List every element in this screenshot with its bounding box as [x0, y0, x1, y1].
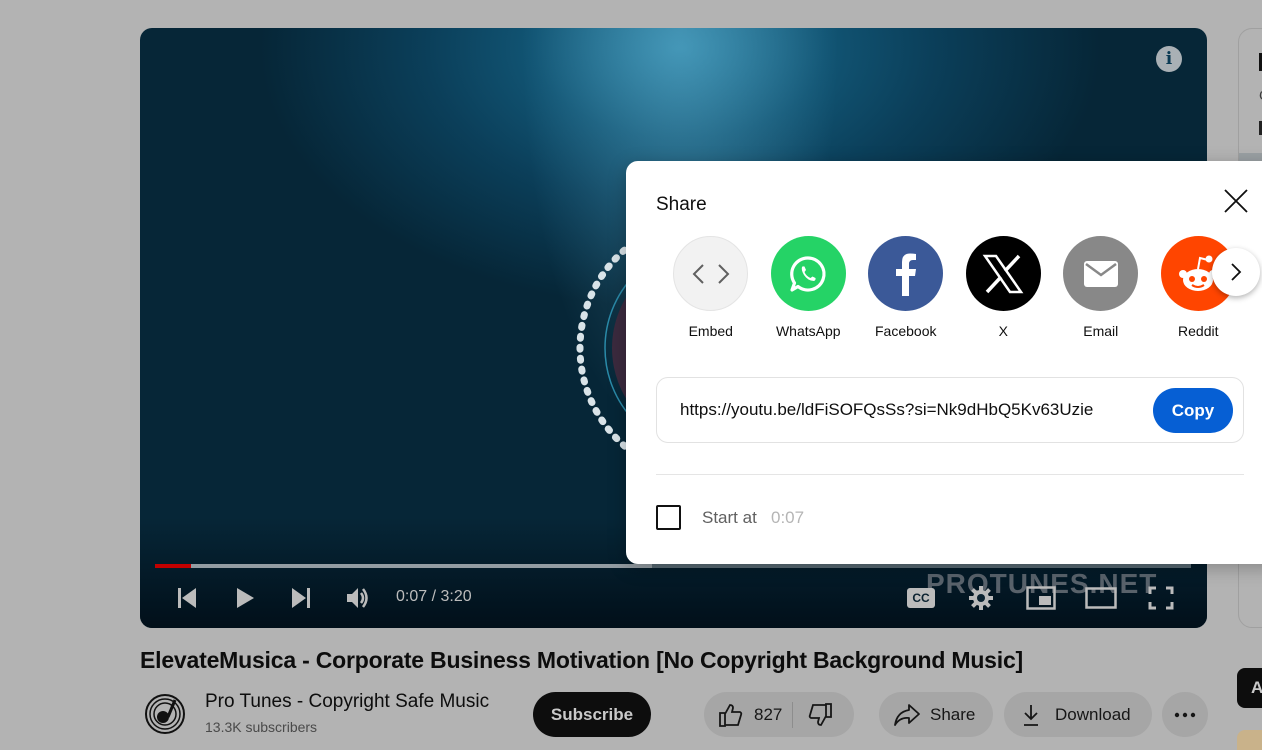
share-url-box: Copy	[656, 377, 1244, 443]
next-button[interactable]	[288, 584, 314, 612]
video-title: ElevateMusica - Corporate Business Motiv…	[140, 647, 1024, 673]
share-target-facebook[interactable]: Facebook	[857, 236, 955, 339]
x-circle	[965, 236, 1041, 311]
like-dislike-group: 827	[704, 692, 854, 737]
close-icon	[1224, 189, 1248, 213]
more-actions-button[interactable]	[1162, 692, 1208, 737]
share-dialog-title: Share	[656, 194, 707, 215]
subscriber-count: 13.3K subscribers	[205, 719, 318, 735]
previous-button[interactable]	[174, 584, 200, 612]
dislike-button[interactable]	[807, 702, 833, 728]
share-target-whatsapp[interactable]: WhatsApp	[760, 236, 858, 339]
embed-icon	[692, 263, 730, 284]
volume-button[interactable]	[344, 584, 372, 612]
download-button[interactable]: Download	[1004, 692, 1152, 737]
share-arrow-icon	[894, 703, 920, 726]
settings-button[interactable]	[966, 584, 996, 612]
email-icon	[1083, 260, 1118, 287]
time-display: 0:07 / 3:20	[396, 588, 472, 605]
progress-played	[155, 564, 192, 568]
embed-circle	[673, 236, 749, 311]
share-url-input[interactable]	[680, 400, 1120, 420]
email-circle	[1063, 236, 1139, 311]
play-button[interactable]	[232, 584, 258, 612]
facebook-circle	[868, 236, 944, 311]
share-target-label: Embed	[688, 323, 733, 339]
share-target-label: X	[998, 323, 1008, 339]
x-icon	[982, 254, 1024, 293]
captions-button[interactable]: CC	[906, 584, 936, 612]
sidebar-card-band	[1239, 153, 1262, 161]
captions-icon: CC	[907, 588, 935, 608]
sidebar-chip-button[interactable]: A	[1237, 668, 1262, 708]
like-button[interactable]: 827	[704, 702, 782, 728]
share-targets-next-button[interactable]	[1212, 248, 1260, 296]
share-target-label: Reddit	[1178, 323, 1219, 339]
share-target-x[interactable]: X	[955, 236, 1053, 339]
miniplayer-button[interactable]	[1024, 584, 1058, 612]
start-at-checkbox[interactable]	[656, 505, 681, 530]
thumbs-up-icon	[719, 703, 743, 727]
more-horizontal-icon	[1174, 712, 1196, 717]
share-label: Share	[930, 704, 976, 724]
share-targets: Embed WhatsApp Facebook X Email Reddit	[662, 236, 1247, 339]
share-dialog-divider	[656, 474, 1244, 475]
whatsapp-icon	[790, 255, 826, 292]
share-dialog: Share Embed WhatsApp Facebook X Email Re…	[626, 161, 1262, 564]
progress-buffered	[155, 564, 653, 568]
like-count: 827	[754, 704, 783, 724]
theater-icon	[1085, 587, 1117, 609]
progress-bar[interactable]	[155, 564, 1191, 568]
share-button[interactable]: Share	[879, 692, 993, 737]
share-target-email[interactable]: Email	[1052, 236, 1150, 339]
fullscreen-button[interactable]	[1146, 584, 1176, 612]
previous-icon	[178, 588, 196, 608]
info-icon[interactable]: i	[1156, 46, 1182, 72]
theater-button[interactable]	[1084, 584, 1118, 612]
share-target-embed[interactable]: Embed	[662, 236, 760, 339]
start-at-time[interactable]: 0:07	[771, 508, 804, 528]
channel-avatar[interactable]	[144, 693, 186, 735]
play-icon	[237, 588, 254, 608]
volume-icon	[347, 588, 368, 608]
chevron-right-icon	[1231, 263, 1242, 281]
sidebar-thumbnail[interactable]	[1237, 730, 1262, 750]
start-at-label: Start at	[702, 508, 757, 527]
close-button[interactable]	[1222, 187, 1250, 215]
subscribe-button[interactable]: Subscribe	[533, 692, 651, 737]
download-icon	[1024, 704, 1038, 726]
share-target-label: Email	[1083, 323, 1119, 339]
settings-icon	[969, 586, 993, 610]
facebook-icon	[895, 253, 916, 296]
channel-name[interactable]: Pro Tunes - Copyright Safe Music	[205, 691, 489, 713]
next-icon	[292, 588, 310, 608]
share-target-label: Facebook	[875, 323, 937, 339]
fullscreen-icon	[1148, 586, 1174, 610]
miniplayer-icon	[1026, 586, 1056, 610]
download-label: Download	[1055, 704, 1131, 724]
whatsapp-circle	[770, 236, 846, 311]
share-target-label: WhatsApp	[775, 323, 841, 339]
like-divider	[792, 701, 794, 728]
copy-button[interactable]: Copy	[1153, 388, 1233, 433]
thumbs-down-icon	[809, 702, 833, 726]
